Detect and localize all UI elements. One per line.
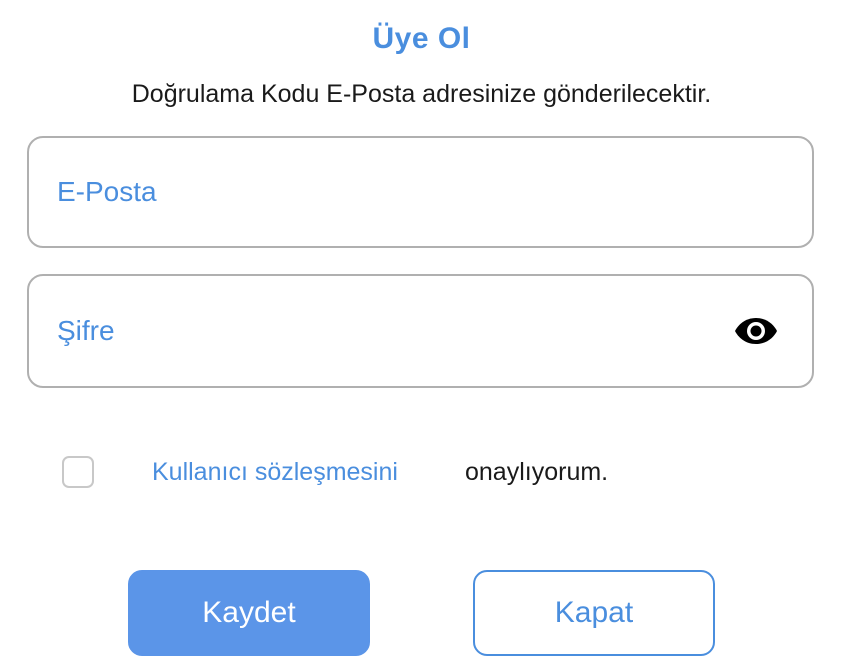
password-field[interactable] — [57, 276, 717, 386]
email-field-container[interactable] — [27, 136, 814, 248]
user-agreement-link[interactable]: Kullanıcı sözleşmesini — [152, 458, 398, 487]
terms-checkbox[interactable] — [62, 456, 94, 488]
verification-notice: Doğrulama Kodu E-Posta adresinize gönder… — [131, 80, 712, 108]
close-button[interactable]: Kapat — [473, 570, 715, 656]
password-field-container[interactable] — [27, 274, 814, 388]
page-title: Üye Ol — [372, 22, 471, 55]
terms-consent-text: onaylıyorum. — [465, 458, 609, 486]
email-field[interactable] — [57, 138, 777, 246]
save-button[interactable]: Kaydet — [128, 570, 370, 656]
eye-icon[interactable] — [734, 315, 778, 347]
